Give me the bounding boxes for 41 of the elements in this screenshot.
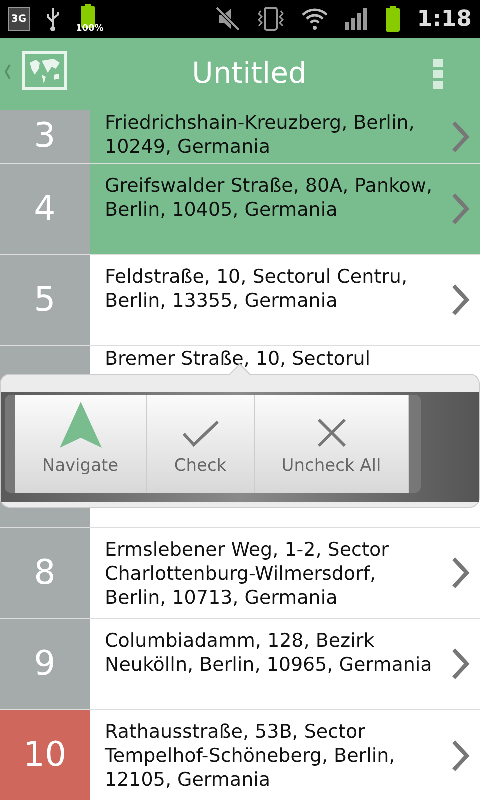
row-number: 8 [0, 528, 90, 618]
list-row[interactable]: 5 Feldstraße, 10, Sectorul Centru, Berlin, 13355, Germania [0, 255, 480, 346]
popup-action-button[interactable]: Navigate [15, 395, 147, 493]
battery-icon [385, 6, 402, 32]
chevron-icon [450, 120, 472, 154]
address-text: Friedrichshain-Kreuzberg, Berlin, 10249, Germania [105, 111, 415, 159]
popup-action-button[interactable]: Uncheck All [255, 395, 409, 493]
address-text: Ermslebener Weg, 1-2, Sector Charlottenburg-Wilmersdorf, Berlin, 10713, Germania [105, 538, 389, 610]
list-row[interactable]: 8 Ermslebener Weg, 1-2, Sector Charlottenburg-Wilmersdorf, Berlin, 10713, Germania [0, 528, 480, 619]
popup-action-button[interactable]: Check [147, 395, 255, 493]
list-row[interactable]: 9 Columbiadamm, 128, Bezirk Neukölln, Berlin, 10965, Germania [0, 619, 480, 710]
chevron-icon [450, 283, 472, 317]
signal-icon [345, 8, 370, 30]
row-number: 10 [0, 710, 90, 800]
row-number: 9 [0, 619, 90, 709]
row-number: 3 [0, 110, 90, 163]
network-icon: 3G [8, 7, 30, 31]
check-icon [182, 420, 220, 448]
overflow-menu-icon[interactable] [431, 57, 445, 91]
list-row[interactable]: 10 Rathausstraße, 53B, Sector Tempelhof-Schöneberg, Berlin, 12105, Germania [0, 710, 480, 800]
clock-time: 1:18 [417, 6, 472, 34]
row-number: 5 [0, 255, 90, 345]
vibrate-icon [257, 6, 286, 32]
address-text: Feldstraße, 10, Sectorul Centru, Berlin, 13355, Germania [105, 265, 408, 313]
mute-icon [215, 6, 242, 32]
chevron-icon [450, 647, 472, 681]
address-text: Rathausstraße, 53B, Sector Tempelhof-Schöneberg, Berlin, 12105, Germania [105, 720, 396, 792]
row-number: 4 [0, 164, 90, 254]
usb-icon [46, 6, 60, 32]
close-icon [316, 418, 346, 448]
chevron-icon [450, 738, 472, 772]
list-row[interactable]: 3 Friedrichshain-Kreuzberg, Berlin, 10249, Germania [0, 110, 480, 164]
list-row[interactable]: 4 Greifswalder Straße, 80A, Pankow, Berlin, 10405, Germania [0, 164, 480, 255]
address-text: Greifswalder Straße, 80A, Pankow, Berlin, 10405, Germania [105, 174, 433, 222]
address-text: Bremer Straße, 10, Sectorul [105, 347, 371, 371]
chevron-icon [450, 192, 472, 226]
navigate-arrow-icon [58, 402, 102, 448]
wifi-icon [301, 7, 330, 31]
chevron-icon [450, 556, 472, 590]
address-text: Columbiadamm, 128, Bezirk Neukölln, Berlin, 10965, Germania [105, 629, 432, 677]
app-title: Untitled [191, 55, 308, 92]
